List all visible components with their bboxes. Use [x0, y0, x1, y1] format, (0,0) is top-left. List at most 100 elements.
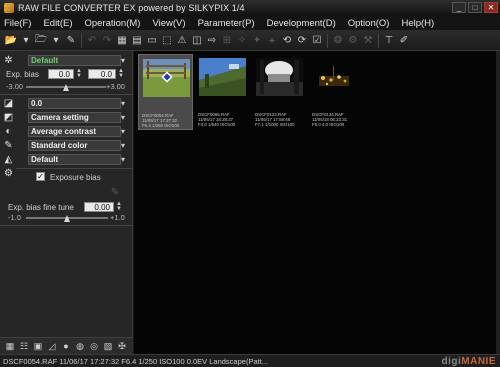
pen-tool-icon[interactable]: ✐ — [397, 34, 411, 48]
exp-bias-value1[interactable]: 0.0 — [48, 69, 74, 79]
rotate-left-icon[interactable]: ⟲ — [280, 34, 294, 48]
spin-arrows-icon[interactable]: ▲ ▼ — [115, 201, 123, 212]
tool-c-icon[interactable]: ⚹ — [265, 34, 279, 48]
sharpness-icon[interactable]: ◭ — [2, 153, 15, 166]
panel-divider — [0, 225, 133, 226]
title-bar: RAW FILE CONVERTER EX powered by SILKYPI… — [0, 0, 500, 16]
sharpness-combo[interactable]: Default — [28, 154, 121, 165]
eyedropper-icon[interactable]: ✎ — [108, 185, 122, 199]
close-button[interactable]: ✕ — [484, 2, 498, 13]
toolbar-separator — [81, 33, 82, 48]
warning-icon[interactable]: ⚠ — [175, 34, 189, 48]
menu-option[interactable]: Option(O) — [348, 18, 390, 29]
exp-bias-value2[interactable]: 0.0 — [88, 69, 116, 79]
color-combo[interactable]: Standard color — [28, 140, 121, 151]
exp-bias-label: Exp. bias — [6, 70, 39, 79]
crop-tool-icon[interactable]: ⊤ — [382, 34, 396, 48]
grid-icon[interactable]: ⊞ — [220, 34, 234, 48]
control-panel: ✲ Default ▾ Exp. bias 0.0 ▲ ▼ 0.0 ▲ ▼ -3.0… — [0, 51, 133, 354]
settings-icon[interactable]: ⚒ — [361, 34, 375, 48]
wb-combo[interactable]: 0.0 — [28, 98, 121, 109]
undo-icon[interactable]: ↶ — [85, 34, 99, 48]
list-view-icon[interactable]: ☷ — [18, 340, 30, 352]
noise-icon[interactable]: ▧ — [102, 340, 114, 352]
panel-divider — [16, 168, 133, 169]
tone-curve-icon[interactable]: ◩ — [2, 111, 15, 124]
lens-icon[interactable]: ◎ — [88, 340, 100, 352]
thumbnail-item[interactable]: DSCF0054.RAF 11/06/17 17:27:32 F6.4 1/25… — [138, 54, 193, 130]
menu-view[interactable]: View(V) — [152, 18, 185, 29]
tool-b-icon[interactable]: ✦ — [250, 34, 264, 48]
vertical-scrollbar[interactable] — [496, 51, 500, 354]
fine-tune-value[interactable]: 0.00 — [84, 202, 114, 212]
chevron-down-icon[interactable]: ▾ — [118, 126, 128, 137]
compare-icon[interactable]: ◫ — [190, 34, 204, 48]
panel-tool-strip: ▦ ☷ ▣ ◿ ● ◍ ◎ ▧ ✠ — [0, 337, 133, 354]
thumbnail-item[interactable]: DSCF0066.RAF 11/06/17 18:28:37 F4.0 1/64… — [195, 54, 250, 130]
develop-icon[interactable]: ❂ — [331, 34, 345, 48]
contrast-combo[interactable]: Average contrast — [28, 126, 121, 137]
curve-icon[interactable]: ◿ — [46, 340, 58, 352]
contrast-row: ◐ Average contrast ▾ — [2, 125, 130, 138]
rotate-right-icon[interactable]: ⟳ — [295, 34, 309, 48]
thumbnail-caption: DSCF0134.RAF 11/06/18 05:23:31 F5.0 4.0 … — [312, 112, 348, 128]
status-text: DSCF0054.RAF 11/06/17 17:27:32 F6.4 1/25… — [3, 356, 269, 366]
contrast-icon[interactable]: ◐ — [2, 125, 15, 138]
thumbnail-view-icon[interactable]: ▦ — [115, 34, 129, 48]
dropdown-arrow-icon[interactable]: ▾ — [49, 34, 63, 48]
open-folder-icon[interactable]: 📂 — [4, 34, 18, 48]
chevron-down-icon[interactable]: ▾ — [118, 140, 128, 151]
gear-icon[interactable]: ✲ — [2, 54, 15, 67]
minimize-button[interactable]: _ — [452, 2, 466, 13]
fine-tune-label: Exp. bias fine tune — [8, 203, 74, 212]
menu-operation[interactable]: Operation(M) — [85, 18, 141, 29]
sphere-icon[interactable]: ● — [60, 340, 72, 352]
grid-view-icon[interactable]: ▦ — [4, 340, 16, 352]
color-dropper-icon[interactable]: ✎ — [2, 139, 15, 152]
filmstrip-view-icon[interactable]: ▤ — [130, 34, 144, 48]
tool-a-icon[interactable]: ✧ — [235, 34, 249, 48]
wrench-icon[interactable]: ✠ — [116, 340, 128, 352]
sharpness-row: ◭ Default ▾ — [2, 153, 130, 166]
full-view-icon[interactable]: ⬚ — [160, 34, 174, 48]
thumbnail-caption: DSCF0054.RAF 11/06/17 17:27:32 F6.4 1/25… — [142, 113, 180, 129]
color-wheel-icon[interactable]: ◍ — [74, 340, 86, 352]
fine-tune-max: +1.0 — [110, 213, 125, 222]
menu-file[interactable]: File(F) — [4, 18, 31, 29]
single-view-icon[interactable]: ▭ — [145, 34, 159, 48]
wb-row: ◪ 0.0 ▾ — [2, 97, 130, 110]
next-icon[interactable]: ⇨ — [205, 34, 219, 48]
chevron-down-icon[interactable]: ▾ — [118, 154, 128, 165]
panel-divider — [0, 94, 133, 95]
chevron-down-icon[interactable]: ▾ — [118, 112, 128, 123]
chevron-down-icon[interactable]: ▾ — [118, 55, 128, 66]
batch-icon[interactable]: ⚙ — [346, 34, 360, 48]
white-balance-icon[interactable]: ◪ — [2, 97, 15, 110]
check-icon[interactable]: ☑ — [310, 34, 324, 48]
thumbnail-item[interactable]: DSCF0123.RAF 11/06/17 17:58:48 F7.1 1/10… — [252, 54, 307, 130]
dropdown-arrow-icon[interactable]: ▾ — [19, 34, 33, 48]
chevron-down-icon[interactable]: ▾ — [118, 98, 128, 109]
color-row: ✎ Standard color ▾ — [2, 139, 130, 152]
exposure-bias-checkbox-label: Exposure bias — [50, 173, 101, 182]
advanced-settings-icon[interactable]: ⚙ — [2, 167, 15, 180]
thumbnail-item[interactable]: DSCF0134.RAF 11/06/18 05:23:31 F5.0 4.0 … — [309, 54, 364, 130]
spin-arrows-icon[interactable]: ▲ ▼ — [117, 68, 125, 79]
status-bar: DSCF0054.RAF 11/06/17 17:27:32 F6.4 1/25… — [0, 354, 500, 367]
spin-arrows-icon[interactable]: ▲ ▼ — [75, 68, 83, 79]
menu-development[interactable]: Development(D) — [267, 18, 336, 29]
preset-row: ✲ Default ▾ — [2, 54, 130, 67]
maximize-button[interactable]: □ — [468, 2, 482, 13]
menu-parameter[interactable]: Parameter(P) — [198, 18, 255, 29]
eyedropper-icon[interactable]: ✎ — [64, 34, 78, 48]
image-icon[interactable]: ▣ — [32, 340, 44, 352]
redo-icon[interactable]: ↷ — [100, 34, 114, 48]
preset-combo[interactable]: Default — [28, 55, 121, 66]
menu-help[interactable]: Help(H) — [401, 18, 434, 29]
camera-setting-combo[interactable]: Camera setting — [28, 112, 121, 123]
menu-edit[interactable]: Edit(E) — [43, 18, 72, 29]
open-file-icon[interactable]: 🗁 — [34, 34, 48, 48]
window-title: RAW FILE CONVERTER EX powered by SILKYPI… — [18, 3, 245, 13]
exposure-bias-checkbox[interactable]: ✓ — [36, 172, 45, 181]
thumbnail-browser: DSCF0054.RAF 11/06/17 17:27:32 F6.4 1/25… — [134, 51, 496, 354]
